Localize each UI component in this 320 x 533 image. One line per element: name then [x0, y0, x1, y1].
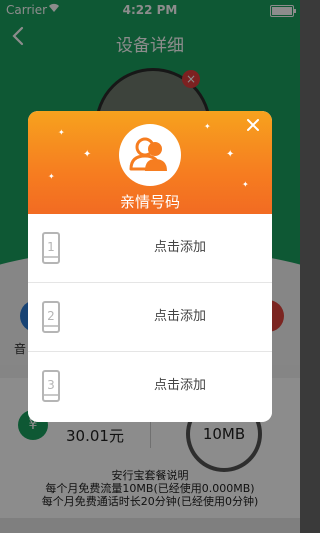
family-number-slot-3[interactable]: 3 点击添加 [28, 352, 272, 420]
phone-icon: 3 [42, 370, 60, 402]
family-contacts-icon [119, 124, 181, 186]
dialog-header: ✦ ✦ ✦ ✦ ✦ ✦ 亲情号码 [28, 111, 272, 214]
phone-icon: 2 [42, 301, 60, 333]
add-contact-label: 点击添加 [153, 240, 206, 255]
family-numbers-dialog: ✦ ✦ ✦ ✦ ✦ ✦ 亲情号码 1 点击添加 2 点击添加 3 点击添加 [28, 111, 272, 422]
sparkle-icon: ✦ [226, 149, 235, 160]
sparkle-icon: ✦ [204, 122, 211, 131]
close-icon [247, 119, 259, 131]
family-number-slot-1[interactable]: 1 点击添加 [28, 214, 272, 282]
add-contact-label: 点击添加 [153, 309, 206, 324]
dialog-title: 亲情号码 [119, 193, 180, 211]
sparkle-icon: ✦ [242, 180, 249, 189]
add-contact-label: 点击添加 [153, 378, 206, 393]
family-number-slot-2[interactable]: 2 点击添加 [28, 283, 272, 351]
phone-icon: 1 [42, 232, 60, 264]
close-button[interactable] [244, 117, 262, 135]
slot-index: 2 [47, 309, 55, 323]
slot-index: 1 [47, 240, 55, 254]
sparkle-icon: ✦ [48, 172, 55, 181]
slot-index: 3 [47, 378, 55, 392]
sparkle-icon: ✦ [83, 149, 92, 160]
sparkle-icon: ✦ [58, 128, 65, 137]
